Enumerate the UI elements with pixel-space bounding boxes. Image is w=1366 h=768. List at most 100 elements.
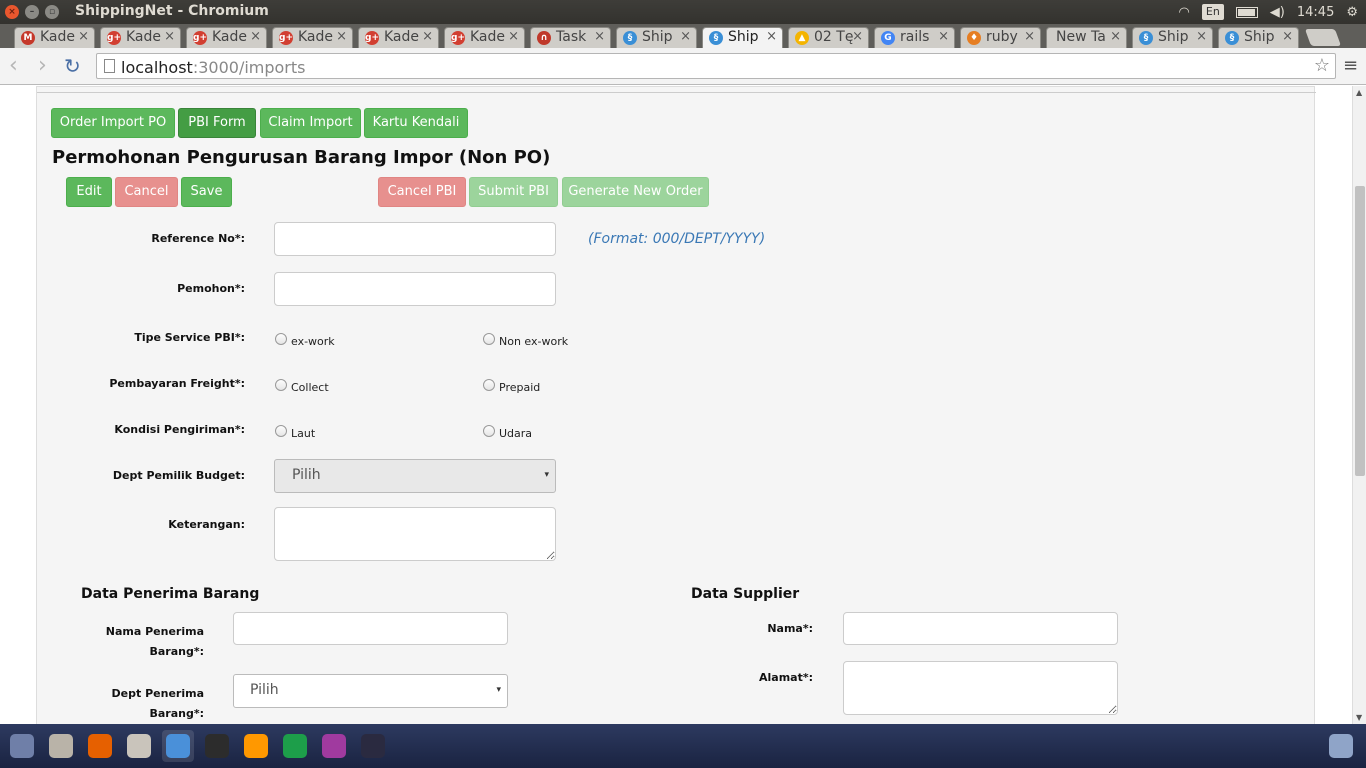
tab-close-icon[interactable]: × bbox=[336, 29, 347, 44]
browser-tab[interactable]: ♦ ruby × bbox=[960, 27, 1041, 48]
reload-icon[interactable]: ↻ bbox=[64, 54, 81, 78]
browser-tab[interactable]: ▲ 02 Tę × bbox=[788, 27, 869, 48]
dept-budget-selected-value: Pilih bbox=[292, 467, 321, 483]
wifi-icon[interactable]: ◠ bbox=[1179, 5, 1190, 20]
keyboard-language-indicator[interactable]: En bbox=[1201, 4, 1224, 20]
back-icon[interactable]: ‹ bbox=[9, 54, 18, 78]
browser-tab[interactable]: Grails × bbox=[874, 27, 955, 48]
window-close-button[interactable]: × bbox=[5, 5, 19, 19]
tab-close-icon[interactable]: × bbox=[78, 29, 89, 44]
tab-close-icon[interactable]: × bbox=[250, 29, 261, 44]
app-window-icon[interactable] bbox=[318, 730, 350, 762]
browser-tab[interactable]: g+ Kade × bbox=[272, 27, 353, 48]
gear-icon[interactable]: ⚙ bbox=[1346, 5, 1358, 20]
tab-close-icon[interactable]: × bbox=[422, 29, 433, 44]
url-text[interactable]: localhost:3000/imports bbox=[121, 58, 306, 77]
browser-menu-icon[interactable]: ≡ bbox=[1343, 57, 1358, 75]
tab-close-icon[interactable]: × bbox=[852, 29, 863, 44]
submit-pbi-button[interactable]: Submit PBI bbox=[469, 177, 558, 207]
pbi-form-button[interactable]: PBI Form bbox=[178, 108, 256, 138]
order-import-po-button[interactable]: Order Import PO bbox=[51, 108, 175, 138]
tab-close-icon[interactable]: × bbox=[1196, 29, 1207, 44]
save-button[interactable]: Save bbox=[181, 177, 232, 207]
browser-tab[interactable]: g+ Kade × bbox=[358, 27, 439, 48]
bookmark-star-icon[interactable]: ☆ bbox=[1314, 55, 1330, 76]
collect-radio[interactable] bbox=[275, 379, 287, 391]
scroll-down-arrow-icon[interactable]: ▼ bbox=[1356, 713, 1362, 722]
cancel-button[interactable]: Cancel bbox=[115, 177, 178, 207]
terminal-icon[interactable] bbox=[201, 730, 233, 762]
browser-tab-strip: M Kade × g+ Kade × g+ Kade × g+ Kade × g+ Kade × g+ Kade… bbox=[0, 24, 1366, 49]
google-plus-icon: g+ bbox=[107, 31, 121, 45]
pemohon-input[interactable] bbox=[274, 272, 556, 306]
non-ex-work-radio[interactable] bbox=[483, 333, 495, 345]
nama-penerima-input[interactable] bbox=[233, 612, 508, 645]
vertical-scrollbar[interactable]: ▲ ▼ bbox=[1352, 86, 1366, 724]
system-settings-icon[interactable] bbox=[123, 730, 155, 762]
keterangan-textarea[interactable] bbox=[274, 507, 556, 561]
tab-close-icon[interactable]: × bbox=[594, 29, 605, 44]
clock[interactable]: 14:45 bbox=[1297, 5, 1334, 20]
address-bar[interactable]: localhost:3000/imports ☆ bbox=[96, 53, 1336, 79]
ex-work-radio[interactable] bbox=[275, 333, 287, 345]
tab-close-icon[interactable]: × bbox=[508, 29, 519, 44]
workspace-switcher-icon-glyph bbox=[361, 734, 385, 758]
firefox-icon[interactable] bbox=[84, 730, 116, 762]
window-minimize-button[interactable]: – bbox=[25, 5, 39, 19]
browser-tab[interactable]: § Ship × bbox=[702, 27, 783, 49]
laut-radio[interactable] bbox=[275, 425, 287, 437]
edit-button[interactable]: Edit bbox=[66, 177, 112, 207]
chromium-icon[interactable] bbox=[162, 730, 194, 762]
volume-icon[interactable]: ◀) bbox=[1270, 5, 1285, 20]
browser-tab[interactable]: g+ Kade × bbox=[186, 27, 267, 48]
scroll-up-arrow-icon[interactable]: ▲ bbox=[1356, 88, 1362, 97]
trash-icon[interactable] bbox=[1325, 730, 1357, 762]
battery-icon[interactable] bbox=[1235, 6, 1258, 18]
browser-tab[interactable]: ∩ Task × bbox=[530, 27, 611, 48]
cancel-pbi-button[interactable]: Cancel PBI bbox=[378, 177, 466, 207]
tab-close-icon[interactable]: × bbox=[1282, 29, 1293, 44]
kartu-kendali-button[interactable]: Kartu Kendali bbox=[364, 108, 468, 138]
tab-close-icon[interactable]: × bbox=[1024, 29, 1035, 44]
sublime-text-icon[interactable] bbox=[240, 730, 272, 762]
ubuntu-dash-icon[interactable] bbox=[6, 730, 38, 762]
libreoffice-calc-icon[interactable] bbox=[279, 730, 311, 762]
tab-label: rails bbox=[900, 29, 930, 45]
generate-new-order-button[interactable]: Generate New Order bbox=[562, 177, 709, 207]
tab-close-icon[interactable]: × bbox=[680, 29, 691, 44]
browser-tab[interactable]: M Kade × bbox=[14, 27, 95, 48]
udara-radio[interactable] bbox=[483, 425, 495, 437]
new-tab-button[interactable] bbox=[1304, 29, 1342, 46]
browser-tab[interactable]: g+ Kade × bbox=[444, 27, 525, 48]
penerima-section-title: Data Penerima Barang bbox=[81, 586, 260, 602]
tab-close-icon[interactable]: × bbox=[164, 29, 175, 44]
file-manager-icon[interactable] bbox=[45, 730, 77, 762]
chevron-down-icon: ▾ bbox=[544, 470, 549, 480]
browser-tab[interactable]: § Ship × bbox=[1132, 27, 1213, 48]
tab-close-icon[interactable]: × bbox=[1110, 29, 1121, 44]
window-maximize-button[interactable]: ▫ bbox=[45, 5, 59, 19]
google-plus-icon: g+ bbox=[365, 31, 379, 45]
tab-close-icon[interactable]: × bbox=[938, 29, 949, 44]
tab-label: Ship bbox=[642, 29, 673, 45]
browser-tab[interactable]: g+ Kade × bbox=[100, 27, 181, 48]
chevron-down-icon: ▾ bbox=[496, 685, 501, 695]
browser-tab[interactable]: § Ship × bbox=[1218, 27, 1299, 48]
browser-tab[interactable]: New Ta × bbox=[1046, 27, 1127, 48]
tab-close-icon[interactable]: × bbox=[766, 29, 777, 44]
reference-no-input[interactable] bbox=[274, 222, 556, 256]
dept-pemilik-budget-select[interactable]: Pilih ▾ bbox=[274, 459, 556, 493]
supplier-nama-input[interactable] bbox=[843, 612, 1118, 645]
claim-import-button[interactable]: Claim Import bbox=[260, 108, 361, 138]
supplier-alamat-textarea[interactable] bbox=[843, 661, 1118, 715]
browser-tab[interactable]: § Ship × bbox=[616, 27, 697, 48]
google-plus-icon: g+ bbox=[193, 31, 207, 45]
prepaid-radio[interactable] bbox=[483, 379, 495, 391]
scrollbar-thumb[interactable] bbox=[1355, 186, 1365, 476]
nama-penerima-label: Nama Penerima Barang*: bbox=[67, 622, 204, 662]
workspace-switcher-icon[interactable] bbox=[357, 730, 389, 762]
kondisi-pengiriman-label: Kondisi Pengiriman*: bbox=[114, 423, 245, 436]
forward-icon[interactable]: › bbox=[38, 54, 47, 78]
tab-label: Kade bbox=[298, 29, 334, 45]
dept-penerima-select[interactable]: Pilih ▾ bbox=[233, 674, 508, 708]
